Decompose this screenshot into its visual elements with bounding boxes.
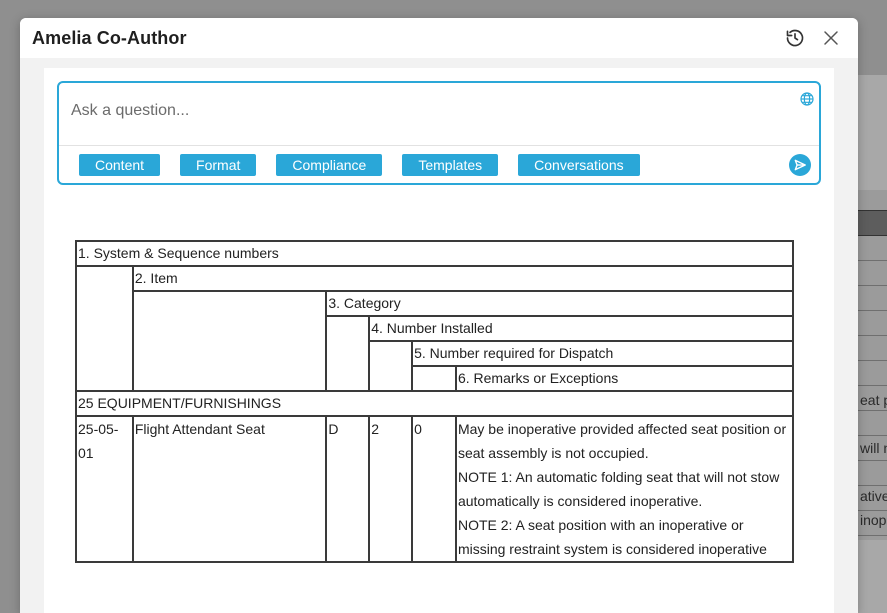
chip-conversations[interactable]: Conversations — [518, 154, 640, 176]
header-spacer — [75, 265, 134, 392]
column-header-remarks: 6. Remarks or Exceptions — [454, 365, 795, 392]
history-icon[interactable] — [784, 27, 806, 49]
ask-question-input[interactable] — [71, 99, 771, 123]
cell-remarks: May be inoperative provided affected sea… — [454, 415, 795, 563]
header-actions — [784, 27, 846, 49]
background-text: ative — [860, 488, 887, 504]
co-author-dialog: Amelia Co-Author Ask a question... Conte… — [20, 18, 858, 613]
remarks-note-2: NOTE 2: A seat position with an inoperat… — [457, 517, 767, 557]
cell-item: Flight Attendant Seat — [131, 415, 328, 563]
background-table-header — [858, 210, 887, 236]
column-header-item: 2. Item — [131, 265, 795, 292]
chip-content[interactable]: Content — [79, 154, 161, 176]
header-spacer — [368, 340, 414, 392]
section-row: 25 EQUIPMENT/FURNISHINGS — [75, 390, 794, 417]
cell-required: 0 — [411, 415, 457, 563]
header-spacer — [131, 290, 328, 392]
ask-category-chips: Content Format Compliance Templates Conv… — [79, 154, 640, 176]
ask-question-box: Content Format Compliance Templates Conv… — [57, 81, 821, 185]
background-text: will n — [860, 440, 887, 456]
cell-category: D — [325, 415, 371, 563]
remarks-text: May be inoperative provided affected sea… — [457, 421, 787, 461]
dialog-title: Amelia Co-Author — [32, 27, 187, 48]
mel-table: 1. System & Sequence numbers 2. Item 3. … — [75, 240, 795, 563]
background-text: eat po — [860, 392, 887, 408]
cell-sequence: 25-05-01 — [75, 415, 134, 563]
column-header-installed: 4. Number Installed — [368, 315, 794, 342]
dialog-header: Amelia Co-Author — [20, 18, 858, 58]
send-icon[interactable] — [789, 154, 811, 176]
table-row: 25-05-01 Flight Attendant Seat D 2 0 May… — [75, 415, 795, 563]
ask-divider — [59, 145, 819, 146]
chip-templates[interactable]: Templates — [402, 154, 499, 176]
globe-icon[interactable] — [799, 91, 815, 107]
cell-installed: 2 — [368, 415, 414, 563]
close-icon[interactable] — [820, 27, 842, 49]
header-spacer — [325, 315, 371, 392]
column-header-category: 3. Category — [325, 290, 794, 317]
chip-compliance[interactable]: Compliance — [276, 154, 383, 176]
dialog-body: Content Format Compliance Templates Conv… — [44, 68, 834, 613]
column-header-sequence: 1. System & Sequence numbers — [75, 240, 794, 267]
background-text: inope — [860, 512, 887, 528]
chip-format[interactable]: Format — [180, 154, 257, 176]
header-spacer — [411, 365, 457, 392]
remarks-note-1: NOTE 1: An automatic folding seat that w… — [457, 469, 780, 509]
column-header-required: 5. Number required for Dispatch — [411, 340, 794, 367]
